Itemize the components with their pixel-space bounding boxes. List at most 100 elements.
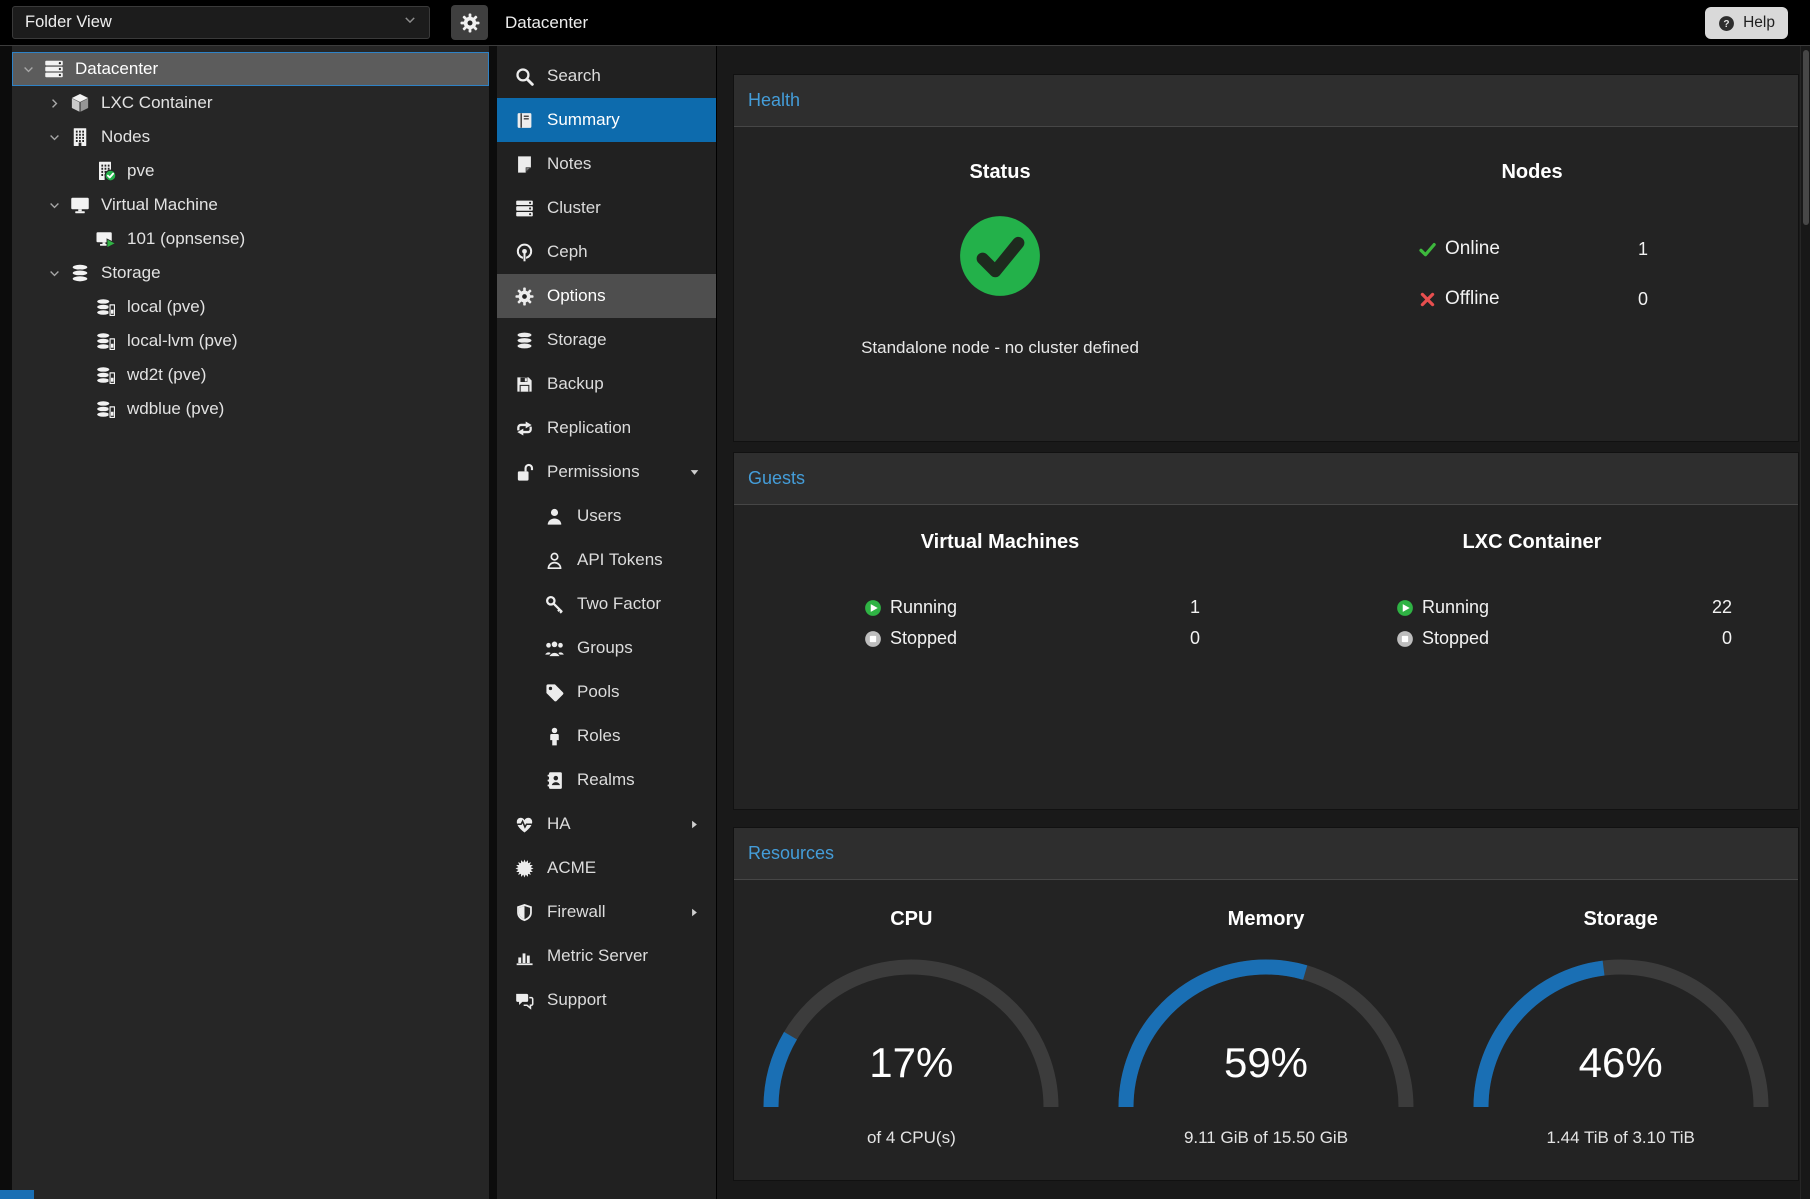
floppy-icon xyxy=(515,375,534,394)
replication-icon xyxy=(515,419,534,438)
monitor-play-icon xyxy=(96,229,122,249)
user-icon xyxy=(545,507,569,526)
check-icon xyxy=(1418,240,1437,259)
resources-panel: Resources CPU 17%of 4 CPU(s)Memory 59%9.… xyxy=(733,827,1799,1181)
chevron-down-icon xyxy=(403,13,417,27)
node-status-row-offline: Offline0 xyxy=(1266,274,1798,324)
tree-item-local-lvm-pve[interactable]: local-lvm (pve) xyxy=(12,324,489,358)
database-drive-icon xyxy=(96,399,116,419)
nav-item-label: Roles xyxy=(577,726,620,746)
nav-item-replication[interactable]: Replication xyxy=(497,406,716,450)
users-icon xyxy=(545,639,569,658)
health-panel: Health Status Standalone node - no clust… xyxy=(733,74,1799,442)
tree-item-label: wdblue (pve) xyxy=(127,399,224,419)
tree-item-local-pve[interactable]: local (pve) xyxy=(12,290,489,324)
nav-item-options[interactable]: Options xyxy=(497,274,716,318)
nav-item-ha[interactable]: HA xyxy=(497,802,716,846)
address-book-icon xyxy=(545,771,564,790)
nav-item-acme[interactable]: ACME xyxy=(497,846,716,890)
tree-item-101-opnsense[interactable]: 101 (opnsense) xyxy=(12,222,489,256)
nav-item-users[interactable]: Users xyxy=(497,494,716,538)
gauge-caption: of 4 CPU(s) xyxy=(734,1128,1089,1148)
tree-item-virtual-machine[interactable]: Virtual Machine xyxy=(12,188,489,222)
ceph-icon xyxy=(515,243,539,262)
gear-icon xyxy=(460,13,480,33)
nav-item-roles[interactable]: Roles xyxy=(497,714,716,758)
guest-row-label: Stopped xyxy=(890,628,957,649)
guest-row-stopped: Stopped0 xyxy=(1266,623,1798,654)
guest-group-lxc-container: LXC ContainerRunning22Stopped0 xyxy=(1266,505,1798,654)
tree-item-wdblue-pve[interactable]: wdblue (pve) xyxy=(12,392,489,426)
nav-item-api-tokens[interactable]: API Tokens xyxy=(497,538,716,582)
view-mode-select[interactable]: Folder View xyxy=(12,6,430,39)
database-icon xyxy=(515,331,534,350)
nav-item-cluster[interactable]: Cluster xyxy=(497,186,716,230)
tree-item-label: pve xyxy=(127,161,154,181)
caret-right-icon xyxy=(689,819,700,830)
person-icon xyxy=(545,727,564,746)
gauge-heading: Storage xyxy=(1443,908,1798,931)
nav-item-two-factor[interactable]: Two Factor xyxy=(497,582,716,626)
chevron-right-icon[interactable] xyxy=(48,97,70,110)
chart-icon xyxy=(515,947,534,966)
nav-item-support[interactable]: Support xyxy=(497,978,716,1022)
ceph-icon xyxy=(515,243,534,262)
nav-item-notes[interactable]: Notes xyxy=(497,142,716,186)
database-drive-icon xyxy=(96,331,116,351)
tree-item-pve[interactable]: pve xyxy=(12,154,489,188)
nav-item-realms[interactable]: Realms xyxy=(497,758,716,802)
nav-item-label: Metric Server xyxy=(547,946,648,966)
tree-item-lxc-container[interactable]: LXC Container xyxy=(12,86,489,120)
guest-group-virtual-machines: Virtual MachinesRunning1Stopped0 xyxy=(734,505,1266,654)
nav-item-label: Ceph xyxy=(547,242,588,262)
nav-item-permissions[interactable]: Permissions xyxy=(497,450,716,494)
tree-settings-button[interactable] xyxy=(451,5,488,40)
chevron-down-icon[interactable] xyxy=(48,267,70,280)
heartbeat-icon xyxy=(515,815,539,834)
chevron-down-icon[interactable] xyxy=(48,131,70,144)
guest-row-label: Running xyxy=(890,597,957,618)
nav-item-groups[interactable]: Groups xyxy=(497,626,716,670)
database-drive-icon xyxy=(96,365,122,385)
nav-item-ceph[interactable]: Ceph xyxy=(497,230,716,274)
caret-down-icon[interactable] xyxy=(689,450,700,494)
nav-item-summary[interactable]: Summary xyxy=(497,98,716,142)
gauge-percent: 59% xyxy=(1116,1039,1416,1087)
nav-item-metric-server[interactable]: Metric Server xyxy=(497,934,716,978)
tree-item-datacenter[interactable]: Datacenter xyxy=(12,52,489,86)
chevron-down-icon[interactable] xyxy=(22,63,44,76)
caret-right-icon[interactable] xyxy=(689,890,700,934)
stop-icon xyxy=(1396,630,1414,648)
node-status-label: Offline xyxy=(1445,288,1500,310)
nav-item-firewall[interactable]: Firewall xyxy=(497,890,716,934)
nav-item-label: Notes xyxy=(547,154,591,174)
help-button[interactable]: ? Help xyxy=(1705,7,1788,39)
nav-item-backup[interactable]: Backup xyxy=(497,362,716,406)
nav-item-pools[interactable]: Pools xyxy=(497,670,716,714)
users-icon xyxy=(545,639,564,658)
nav-item-storage[interactable]: Storage xyxy=(497,318,716,362)
chevron-down-icon xyxy=(48,267,61,280)
tree-item-storage[interactable]: Storage xyxy=(12,256,489,290)
tree-item-wd2t-pve[interactable]: wd2t (pve) xyxy=(12,358,489,392)
user-icon xyxy=(545,507,564,526)
caret-right-icon[interactable] xyxy=(689,802,700,846)
question-icon: ? xyxy=(1718,15,1735,32)
stop-icon xyxy=(864,630,882,648)
server-icon xyxy=(44,59,64,79)
chevron-down-icon[interactable] xyxy=(48,199,70,212)
gear-icon xyxy=(515,287,534,306)
database-icon xyxy=(70,263,96,283)
stop-icon xyxy=(1396,630,1414,648)
scrollbar-thumb[interactable] xyxy=(1803,50,1809,225)
user-outline-icon xyxy=(545,551,569,570)
nav-item-search[interactable]: Search xyxy=(497,54,716,98)
nav-item-label: Users xyxy=(577,506,621,526)
server-icon xyxy=(515,199,539,218)
chevron-down-icon xyxy=(403,13,417,32)
tree-item-label: local (pve) xyxy=(127,297,205,317)
nav-item-label: Firewall xyxy=(547,902,606,922)
cube-icon xyxy=(70,93,90,113)
status-ok-icon xyxy=(734,214,1266,298)
tree-item-nodes[interactable]: Nodes xyxy=(12,120,489,154)
